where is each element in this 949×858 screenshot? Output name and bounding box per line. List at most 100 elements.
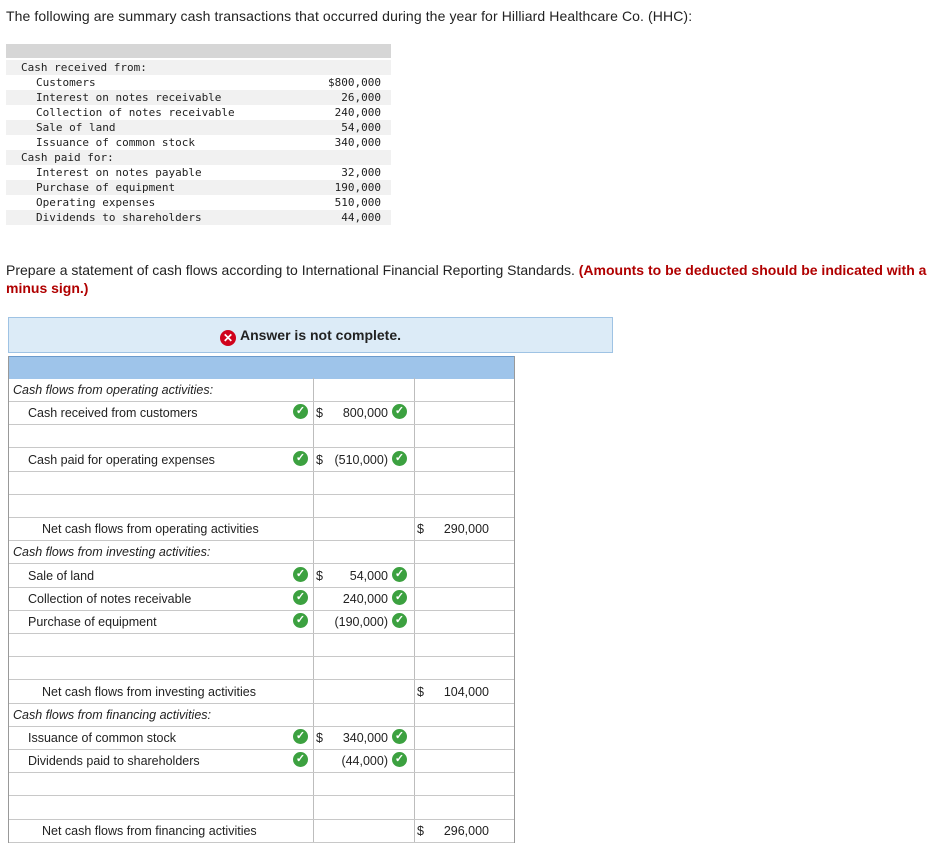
blank-row [9,796,514,820]
given-row: Collection of notes receivable 240,000 [6,105,391,120]
amount-input[interactable]: 800,000 [343,406,388,420]
given-row-amount: 54,000 [341,120,381,135]
given-row-label: Dividends to shareholders [36,210,202,225]
statement-row-label[interactable]: Cash received from customers [28,406,198,420]
dollar-sign: $ [316,406,323,420]
blank-row [9,471,514,495]
amount-input[interactable]: 54,000 [350,569,388,583]
check-icon: ✓ [293,590,308,605]
instructions-text: Prepare a statement of cash flows accord… [6,262,575,278]
check-icon: ✓ [392,590,407,605]
total-amount[interactable]: 104,000 [444,685,489,699]
given-row: Interest on notes receivable 26,000 [6,90,391,105]
blank-row [9,424,514,448]
statement-row-label[interactable]: Collection of notes receivable [28,592,191,606]
given-row-label: Interest on notes payable [36,165,202,180]
statement-row: Cash flows from investing activities: [9,540,514,564]
statement-row-label: Cash flows from investing activities: [13,545,210,559]
given-row-label: Customers [36,75,96,90]
given-row-label: Purchase of equipment [36,180,175,195]
statement-row: Issuance of common stock ✓ $340,000 ✓ [9,726,514,750]
dollar-sign: $ [417,685,424,699]
statement-row-label[interactable]: Issuance of common stock [28,731,176,745]
given-row-amount: 44,000 [341,210,381,225]
cash-flow-statement-table: Cash flows from operating activities: Cas… [8,356,515,843]
statement-row-label[interactable]: Dividends paid to shareholders [28,754,200,768]
instructions: Prepare a statement of cash flows accord… [6,261,936,297]
answer-status-banner: ✕Answer is not complete. [8,317,613,353]
given-row-label: Collection of notes receivable [36,105,235,120]
given-row-label: Cash paid for: [21,150,114,165]
check-icon: ✓ [392,613,407,628]
check-icon: ✓ [293,752,308,767]
check-icon: ✓ [293,729,308,744]
given-row-label: Operating expenses [36,195,155,210]
statement-row-label[interactable]: Sale of land [28,569,94,583]
table-header [9,356,514,379]
amount-input[interactable]: (44,000) [341,754,388,768]
given-row: Operating expenses 510,000 [6,195,391,210]
amount-input[interactable]: 240,000 [343,592,388,606]
given-row-label: Cash received from: [21,60,147,75]
amount-input[interactable]: (190,000) [334,615,388,629]
given-row: Interest on notes payable 32,000 [6,165,391,180]
given-row: Issuance of common stock 340,000 [6,135,391,150]
given-row: Cash received from: [6,60,391,75]
check-icon: ✓ [293,451,308,466]
given-row-amount: 340,000 [335,135,381,150]
statement-row: Cash flows from operating activities: [9,378,514,402]
x-circle-icon: ✕ [220,330,236,346]
check-icon: ✓ [293,404,308,419]
given-row-amount: 190,000 [335,180,381,195]
given-row-amount: 26,000 [341,90,381,105]
statement-row: Net cash flows from operating activities… [9,517,514,541]
total-amount[interactable]: 290,000 [444,522,489,536]
blank-row [9,494,514,518]
dollar-sign: $ [316,453,323,467]
total-amount[interactable]: 296,000 [444,824,489,838]
given-row-amount: 510,000 [335,195,381,210]
given-transactions-table: Cash received from:Customers$800,000Inte… [6,44,391,251]
blank-row [9,656,514,680]
amount-input[interactable]: 340,000 [343,731,388,745]
given-row-label: Issuance of common stock [36,135,195,150]
check-icon: ✓ [392,567,407,582]
dollar-sign: $ [417,824,424,838]
statement-row: Sale of land✓$54,000✓ [9,564,514,588]
statement-row: Dividends paid to shareholders✓(44,000)✓ [9,749,514,773]
check-icon: ✓ [392,729,407,744]
statement-row: Collection of notes receivable ✓ 240,000 ✓ [9,587,514,611]
given-row: Sale of land 54,000 [6,120,391,135]
statement-row-label: Cash flows from operating activities: [13,383,213,397]
given-row-label: Interest on notes receivable [36,90,221,105]
statement-row-label[interactable]: Cash paid for operating expenses [28,453,215,467]
dollar-sign: $ [316,569,323,583]
statement-row-label: Net cash flows from investing activities [42,685,256,699]
statement-row-label[interactable]: Purchase of equipment [28,615,157,629]
check-icon: ✓ [392,404,407,419]
given-row-amount: 240,000 [335,105,381,120]
statement-row-label: Net cash flows from operating activities [42,522,259,536]
dollar-sign: $ [316,731,323,745]
statement-row: Cash flows from financing activities: [9,703,514,727]
statement-row: Purchase of equipment ✓ (190,000) ✓ [9,610,514,634]
given-row: Dividends to shareholders 44,000 [6,210,391,225]
statement-row-label: Cash flows from financing activities: [13,708,211,722]
statement-row-label: Net cash flows from financing activities [42,824,257,838]
statement-row: Net cash flows from investing activities… [9,680,514,704]
check-icon: ✓ [392,451,407,466]
given-row: Cash paid for: [6,150,391,165]
problem-intro: The following are summary cash transacti… [6,8,692,24]
given-row: Purchase of equipment 190,000 [6,180,391,195]
check-icon: ✓ [293,613,308,628]
given-row-amount: $800,000 [328,75,381,90]
blank-row [9,772,514,796]
amount-input[interactable]: (510,000) [334,453,388,467]
blank-row [9,633,514,657]
given-row-label: Sale of land [36,120,115,135]
given-row-amount: 32,000 [341,165,381,180]
statement-row: Cash received from customers ✓ $800,000 ✓ [9,401,514,425]
statement-row: Net cash flows from financing activities… [9,819,514,843]
dollar-sign: $ [417,522,424,536]
statement-row: Cash paid for operating expenses ✓ $ (510,0… [9,448,514,472]
